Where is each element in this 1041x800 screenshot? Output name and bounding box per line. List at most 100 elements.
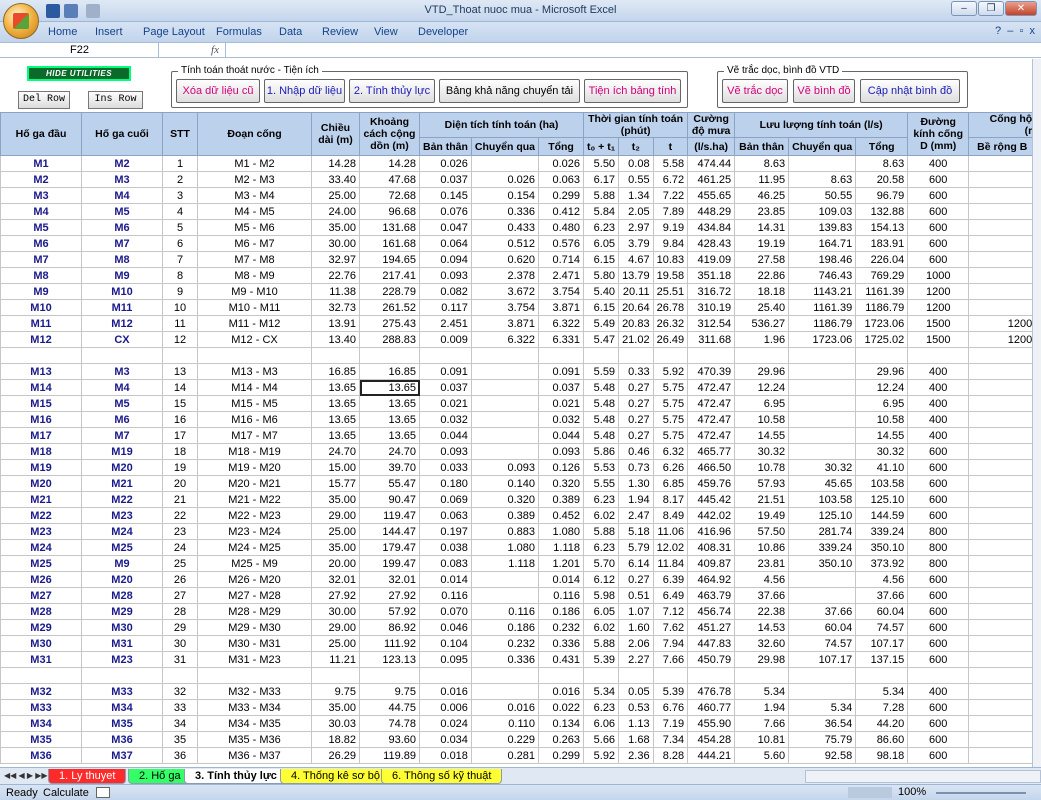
cell-start-manhole[interactable] (0, 347, 82, 364)
cell-area-own[interactable]: 2.451 (419, 315, 472, 332)
cell-flow-own[interactable]: 5.60 (734, 747, 790, 764)
cell-intensity[interactable]: 442.02 (687, 507, 736, 524)
cell-area-own[interactable]: 0.091 (419, 363, 472, 380)
cell-intensity[interactable]: 454.28 (687, 731, 736, 748)
cell-end-manhole[interactable]: M19 (81, 443, 163, 460)
cell-flow-total[interactable]: 103.58 (855, 475, 909, 492)
cell-t2[interactable] (618, 347, 654, 364)
cell-area-transfer[interactable]: 2.378 (470, 267, 540, 284)
cell-flow-transfer[interactable]: 60.04 (788, 619, 857, 636)
cell-box-width[interactable] (968, 235, 1037, 252)
cell-area-transfer[interactable]: 3.871 (470, 315, 540, 332)
cell-cumulative[interactable]: 47.68 (359, 171, 420, 188)
cell-area-transfer[interactable] (470, 395, 540, 412)
cell-area-transfer[interactable]: 0.281 (470, 747, 540, 764)
cell-flow-own[interactable]: 6.95 (734, 395, 790, 412)
cell-area-transfer[interactable] (470, 667, 540, 684)
cell-area-transfer[interactable] (470, 379, 540, 396)
cell-area-transfer[interactable]: 0.512 (470, 235, 540, 252)
cell-area-total[interactable]: 0.299 (538, 187, 585, 204)
cell-t[interactable]: 5.75 (652, 411, 689, 428)
cell-box-width[interactable] (968, 699, 1037, 716)
formula-input[interactable] (227, 43, 1027, 58)
cell-t0t1[interactable]: 5.48 (583, 427, 620, 444)
cell-t[interactable]: 26.32 (652, 315, 689, 332)
cell-t0t1[interactable]: 6.23 (583, 539, 620, 556)
cell-intensity[interactable]: 472.47 (687, 427, 736, 444)
cell-area-own[interactable]: 0.095 (419, 651, 472, 668)
cell-t[interactable]: 12.02 (652, 539, 689, 556)
cell-intensity[interactable]: 408.31 (687, 539, 736, 556)
cell-stt[interactable]: 28 (162, 603, 198, 620)
cell-start-manhole[interactable]: M1 (0, 155, 82, 172)
cell-t[interactable]: 7.34 (652, 731, 689, 748)
cell-length[interactable]: 29.00 (311, 619, 360, 636)
cell-flow-transfer[interactable]: 74.57 (788, 635, 857, 652)
cell-stt[interactable]: 5 (162, 219, 198, 236)
cell-end-manhole[interactable]: M22 (81, 491, 163, 508)
cell-area-transfer[interactable]: 0.186 (470, 619, 540, 636)
save-icon[interactable] (46, 4, 60, 18)
cell-area-own[interactable]: 0.063 (419, 507, 472, 524)
cell-area-total[interactable]: 0.431 (538, 651, 585, 668)
cell-t0t1[interactable]: 6.12 (583, 571, 620, 588)
cell-segment[interactable]: M1 - M2 (197, 155, 312, 172)
draw-plan-button[interactable]: Vẽ bình đồ (793, 79, 855, 103)
cell-flow-total[interactable] (855, 347, 909, 364)
cell-cumulative[interactable]: 16.85 (359, 363, 420, 380)
cell-segment[interactable]: M27 - M28 (197, 587, 312, 604)
cell-stt[interactable]: 31 (162, 651, 198, 668)
cell-segment[interactable]: M29 - M30 (197, 619, 312, 636)
cell-t2[interactable]: 0.55 (618, 171, 654, 188)
cell-flow-own[interactable]: 10.86 (734, 539, 790, 556)
col-header-flow-total[interactable]: Tổng (855, 137, 909, 156)
cell-stt[interactable]: 30 (162, 635, 198, 652)
cell-cumulative[interactable]: 131.68 (359, 219, 420, 236)
cell-length[interactable]: 35.00 (311, 491, 360, 508)
cell-t[interactable]: 5.75 (652, 379, 689, 396)
cell-area-total[interactable]: 0.412 (538, 203, 585, 220)
cell-t2[interactable] (618, 667, 654, 684)
ins-row-button[interactable]: Ins Row (88, 91, 143, 109)
cell-t[interactable]: 11.06 (652, 523, 689, 540)
redo-icon[interactable] (86, 4, 100, 18)
cell-t2[interactable]: 2.05 (618, 203, 654, 220)
cell-area-total[interactable]: 0.021 (538, 395, 585, 412)
cell-stt[interactable]: 3 (162, 187, 198, 204)
capacity-table-button[interactable]: Bảng khả năng chuyển tải (439, 79, 580, 103)
cell-area-own[interactable]: 0.032 (419, 411, 472, 428)
cell-flow-own[interactable]: 18.18 (734, 283, 790, 300)
cell-end-manhole[interactable]: CX (81, 331, 163, 348)
cell-t0t1[interactable]: 5.47 (583, 331, 620, 348)
cell-diameter[interactable]: 600 (907, 731, 970, 748)
cell-segment[interactable]: M25 - M9 (197, 555, 312, 572)
cell-t[interactable]: 5.39 (652, 683, 689, 700)
cell-segment[interactable]: M2 - M3 (197, 171, 312, 188)
sheet-tab-4[interactable]: 4. Thống kê sơ bộ (280, 769, 391, 784)
cell-t2[interactable]: 4.67 (618, 251, 654, 268)
cell-intensity[interactable]: 448.29 (687, 203, 736, 220)
cell-stt[interactable]: 20 (162, 475, 198, 492)
cell-intensity[interactable]: 472.47 (687, 379, 736, 396)
col-header-area-transfer[interactable]: Chuyển qua (470, 137, 540, 156)
cell-segment[interactable] (197, 347, 312, 364)
cell-stt[interactable]: 16 (162, 411, 198, 428)
cell-stt[interactable]: 35 (162, 731, 198, 748)
cell-end-manhole[interactable]: M21 (81, 475, 163, 492)
cell-t0t1[interactable]: 5.88 (583, 523, 620, 540)
cell-t[interactable]: 7.22 (652, 187, 689, 204)
cell-diameter[interactable]: 400 (907, 395, 970, 412)
cell-flow-transfer[interactable]: 281.74 (788, 523, 857, 540)
cell-end-manhole[interactable]: M7 (81, 427, 163, 444)
cell-area-total[interactable] (538, 347, 585, 364)
cell-area-total[interactable]: 0.044 (538, 427, 585, 444)
cell-segment[interactable]: M18 - M19 (197, 443, 312, 460)
cell-box-width[interactable] (968, 443, 1037, 460)
data-grid[interactable]: Hố ga đầu Hố ga cuối STT Đoạn cống Chiều… (0, 112, 1037, 764)
cell-end-manhole[interactable]: M20 (81, 459, 163, 476)
cell-end-manhole[interactable]: M7 (81, 235, 163, 252)
cell-flow-own[interactable]: 46.25 (734, 187, 790, 204)
col-header-box[interactable]: Cống hộ (r (968, 112, 1037, 138)
cell-segment[interactable]: M34 - M35 (197, 715, 312, 732)
cell-area-own[interactable]: 0.145 (419, 187, 472, 204)
